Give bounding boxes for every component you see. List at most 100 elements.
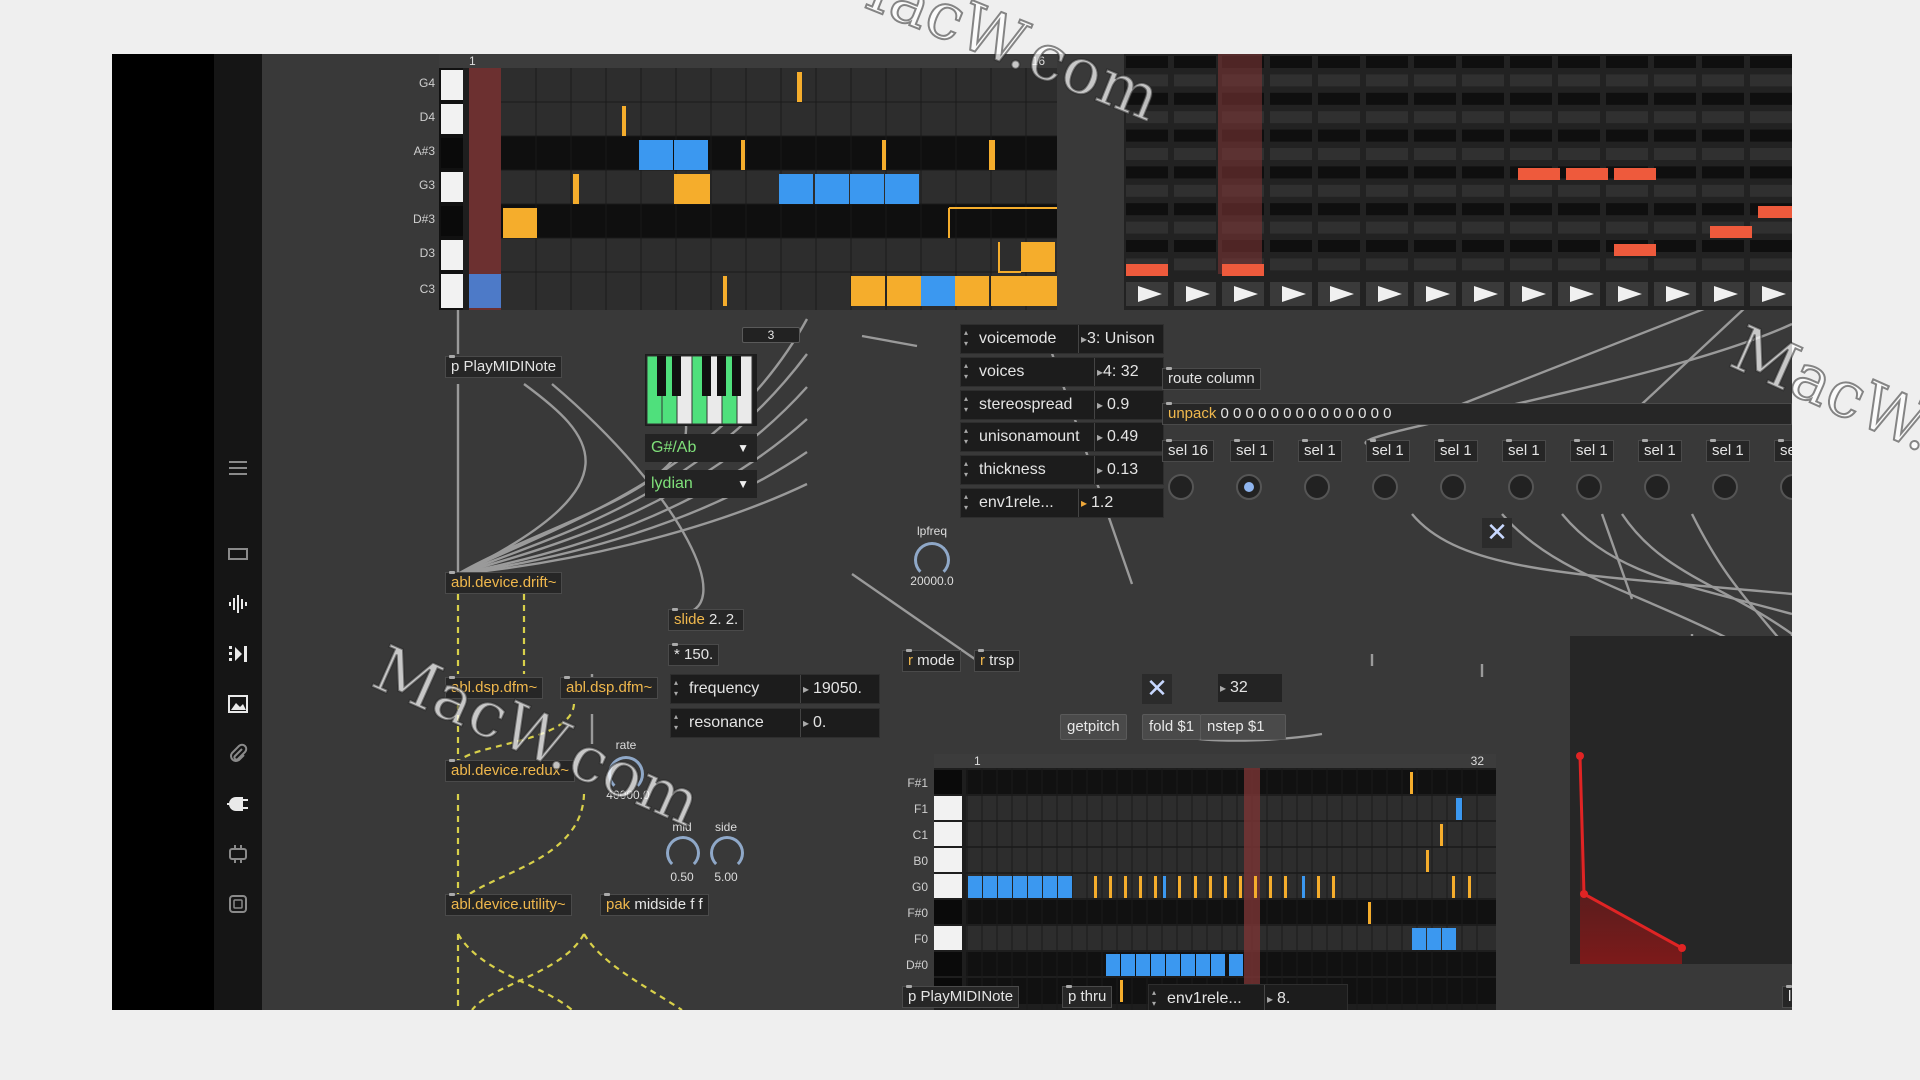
close-icon[interactable]: ✕: [1482, 518, 1512, 548]
top-piano-roll[interactable]: 1 16: [439, 54, 1057, 310]
bang-toggle[interactable]: [1440, 474, 1466, 500]
sel-object[interactable]: sel 1: [1502, 439, 1546, 462]
step-cell: [1606, 111, 1648, 124]
mid-knob[interactable]: [666, 836, 700, 870]
playmidinote-object[interactable]: p PlayMIDINote: [445, 355, 563, 378]
patcher-canvas[interactable]: 1 16 G4 D4 A#3 G3 D#3 D3 C3 p PlayMIDINo…: [262, 54, 1792, 1010]
note-tick: [1094, 876, 1097, 898]
slide-object[interactable]: slide 2. 2.: [668, 608, 745, 631]
bottom-piano-roll[interactable]: 1 32: [934, 754, 1496, 1010]
square-icon[interactable]: [226, 892, 250, 916]
dfm-filter-object-2[interactable]: abl.dsp.dfm~: [560, 676, 659, 699]
sel-object[interactable]: sel 1: [1774, 439, 1792, 462]
drift-device-object[interactable]: abl.device.drift~: [445, 571, 563, 594]
step-cell: [1318, 92, 1360, 105]
step-cell: [1414, 56, 1456, 68]
param-env1release-bottom[interactable]: env1rele... 8.: [1148, 984, 1348, 1010]
param-value[interactable]: 0.: [801, 709, 826, 737]
playmidinote-bottom-object[interactable]: p PlayMIDINote: [902, 985, 1020, 1008]
step-cell: [1462, 184, 1504, 197]
param-value[interactable]: 0.9: [1095, 391, 1129, 419]
step-sequence-icon[interactable]: [226, 642, 250, 666]
param-value[interactable]: 0.13: [1095, 456, 1138, 484]
step-cell: [1606, 148, 1648, 160]
param-voicemode[interactable]: voicemode 3: Unison: [960, 324, 1164, 354]
param-thickness[interactable]: thickness 0.13: [960, 455, 1164, 485]
bang-toggle[interactable]: [1644, 474, 1670, 500]
monitor-icon[interactable]: [226, 542, 250, 566]
sel-object[interactable]: sel 1: [1638, 439, 1682, 462]
param-value[interactable]: 8.: [1265, 985, 1290, 1010]
getpitch-message[interactable]: getpitch: [1060, 714, 1127, 740]
step-cell: [1366, 166, 1408, 179]
envelope-display[interactable]: [1570, 636, 1792, 964]
root-note-dropdown[interactable]: G#/Ab ▼: [645, 434, 757, 462]
step-cell: [1702, 111, 1744, 124]
number-box-3[interactable]: 3: [742, 327, 800, 343]
receive-trsp-object[interactable]: r trsp: [974, 649, 1021, 672]
sel-object[interactable]: sel 1: [1230, 439, 1274, 462]
param-value[interactable]: 4: 32: [1095, 358, 1139, 386]
note-label: G0: [911, 880, 928, 894]
param-env1release[interactable]: env1rele... 1.2: [960, 488, 1164, 518]
side-knob[interactable]: [710, 836, 744, 870]
bang-toggle[interactable]: [1508, 474, 1534, 500]
multiply-object[interactable]: * 150.: [668, 643, 720, 666]
note-tick: [1224, 876, 1227, 898]
redux-device-object[interactable]: abl.device.redux~: [445, 759, 575, 782]
bang-toggle[interactable]: [1168, 474, 1194, 500]
p-thru-object[interactable]: p thru: [1062, 985, 1113, 1008]
sel-object[interactable]: sel 1: [1434, 439, 1478, 462]
lpfreq-knob[interactable]: [914, 542, 950, 578]
step-cell: [1174, 56, 1216, 68]
line-object[interactable]: line~: [1782, 985, 1792, 1008]
param-voices[interactable]: voices 4: 32: [960, 357, 1164, 387]
param-value[interactable]: 3: Unison: [1079, 325, 1155, 353]
param-value[interactable]: 19050.: [801, 675, 862, 703]
bang-toggle[interactable]: [1236, 474, 1262, 500]
plug-icon[interactable]: [226, 792, 250, 816]
link-icon[interactable]: [226, 842, 250, 866]
unpack-object[interactable]: unpack 0 0 0 0 0 0 0 0 0 0 0 0 0 0: [1162, 402, 1792, 425]
rate-knob[interactable]: [608, 756, 644, 792]
step-cell: [1654, 166, 1696, 179]
param-stereospread[interactable]: stereospread 0.9: [960, 390, 1164, 420]
mini-keyboard[interactable]: [645, 354, 757, 426]
sel-object[interactable]: sel 1: [1366, 439, 1410, 462]
bang-toggle[interactable]: [1372, 474, 1398, 500]
bang-toggle[interactable]: [1304, 474, 1330, 500]
param-unisonamount[interactable]: unisonamount 0.49: [960, 422, 1164, 452]
menu-icon[interactable]: [226, 456, 250, 480]
step-cell: [1702, 184, 1744, 197]
sel-object[interactable]: sel 1: [1298, 439, 1342, 462]
fold-message[interactable]: fold $1: [1142, 714, 1202, 740]
top-roll-start: 1: [469, 54, 476, 68]
param-value[interactable]: 0.49: [1095, 423, 1138, 451]
nstep-message[interactable]: nstep $1: [1200, 714, 1286, 740]
image-icon[interactable]: [226, 692, 250, 716]
param-value[interactable]: 1.2: [1079, 489, 1113, 517]
step-cell: [1702, 74, 1744, 87]
sel-object[interactable]: sel 1: [1570, 439, 1614, 462]
param-frequency[interactable]: frequency 19050.: [670, 674, 880, 704]
step-cell: [1702, 258, 1744, 271]
step-cell: [1174, 203, 1216, 216]
step-grid[interactable]: [1124, 54, 1792, 310]
dfm-filter-object-1[interactable]: abl.dsp.dfm~: [445, 676, 544, 699]
audio-waveform-icon[interactable]: [226, 592, 250, 616]
step-cell: [1750, 148, 1792, 160]
paperclip-icon[interactable]: [226, 742, 250, 766]
sel-object[interactable]: sel 1: [1706, 439, 1750, 462]
utility-device-object[interactable]: abl.device.utility~: [445, 893, 572, 916]
route-column-object[interactable]: route column: [1162, 367, 1261, 390]
unpack-args: 0 0 0 0 0 0 0 0 0 0 0 0 0 0: [1216, 405, 1392, 422]
param-resonance[interactable]: resonance 0.: [670, 708, 880, 738]
scale-mode-dropdown[interactable]: lydian ▼: [645, 470, 757, 498]
bang-toggle[interactable]: [1712, 474, 1738, 500]
bang-toggle[interactable]: [1576, 474, 1602, 500]
sel-object[interactable]: sel 16: [1162, 439, 1215, 462]
number-box-32[interactable]: 32: [1218, 674, 1282, 702]
receive-mode-object[interactable]: r mode: [902, 649, 961, 672]
close-icon[interactable]: ✕: [1142, 674, 1172, 704]
pak-midside-object[interactable]: pak midside f f: [600, 893, 709, 916]
